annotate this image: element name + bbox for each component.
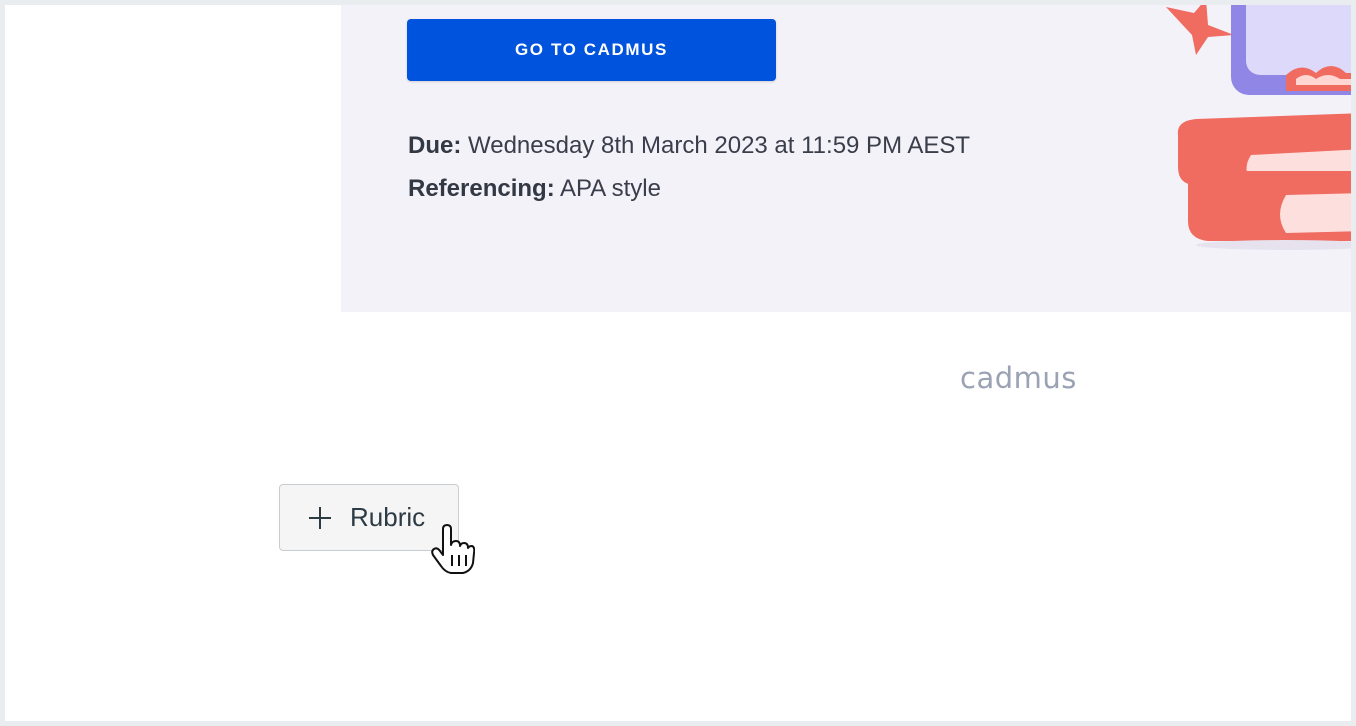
due-row: Due: Wednesday 8th March 2023 at 11:59 P… <box>408 124 970 167</box>
hand-pointer-shape <box>431 524 475 574</box>
rubric-button-label: Rubric <box>350 502 426 532</box>
due-label: Due: <box>408 132 462 159</box>
plus-icon <box>304 502 336 534</box>
referencing-value: APA style <box>560 175 661 202</box>
page-frame: GO TO CADMUS Due: Wednesday 8th March 20… <box>5 5 1351 721</box>
referencing-label: Referencing: <box>408 175 555 202</box>
bottom-book-pages <box>1280 193 1351 233</box>
assignment-card: GO TO CADMUS Due: Wednesday 8th March 20… <box>341 5 1351 312</box>
referencing-row: Referencing: APA style <box>408 167 970 210</box>
cadmus-logo: cadmus <box>960 361 1077 395</box>
go-to-cadmus-button[interactable]: GO TO CADMUS <box>407 19 776 81</box>
laptop-screen <box>1246 5 1351 75</box>
due-value: Wednesday 8th March 2023 at 11:59 PM AES… <box>468 132 971 159</box>
assignment-details: Due: Wednesday 8th March 2023 at 11:59 P… <box>408 124 970 210</box>
books-and-laptop-illustration <box>1166 5 1351 250</box>
book-shadow <box>1196 240 1351 250</box>
hand-pointer-cursor-icon <box>431 524 475 574</box>
starfish-shape <box>1166 5 1234 55</box>
